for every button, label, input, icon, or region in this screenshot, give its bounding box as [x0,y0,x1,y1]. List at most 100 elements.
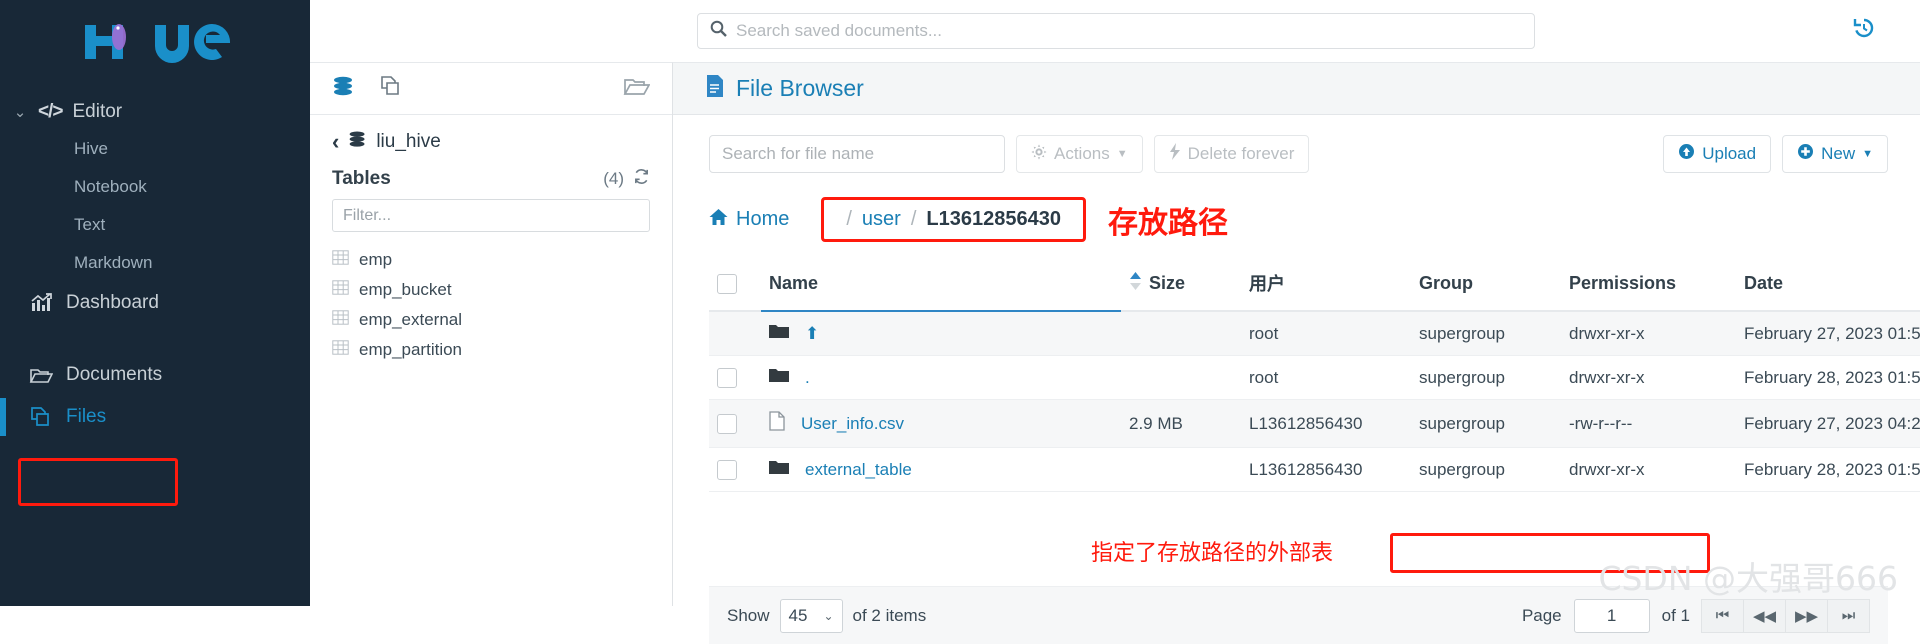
table-grid-icon [332,250,349,270]
row-size [1121,447,1241,492]
row-name-file[interactable]: User_info.csv [801,414,904,434]
items-count-label: of 2 items [852,605,927,625]
first-page-icon[interactable]: ⏮ [1701,598,1744,633]
assist-database-name[interactable]: liu_hive [376,131,440,153]
select-all-checkbox[interactable] [717,273,737,294]
table-row[interactable]: external_table L13612856430 supergroup d… [709,447,1920,492]
row-permissions: drwxr-xr-x [1561,447,1736,492]
table-grid-icon [332,340,349,360]
row-size [1121,355,1241,400]
page-number-input[interactable]: 1 [1573,598,1650,633]
row-name-current-dir[interactable]: . [805,368,810,388]
home-icon [709,208,728,232]
row-group: supergroup [1411,447,1561,492]
folder-open-icon[interactable] [623,75,651,103]
assist-table-item[interactable]: emp [332,245,650,275]
column-header-user[interactable]: 用户 [1241,264,1411,312]
row-name-cell[interactable]: external_table [761,447,1121,492]
annotation-external-table-note: 指定了存放路径的外部表 [1091,541,1334,566]
database-icon[interactable] [332,75,355,103]
page-size-select[interactable]: 45 ⌄ [779,598,843,633]
hue-logo-mark [85,23,231,63]
sidebar-item-files[interactable]: Files [0,396,310,438]
assist-table-item[interactable]: emp_external [332,305,650,335]
column-header-group[interactable]: Group [1411,264,1561,312]
table-row[interactable]: ⬆ root supergroup drwxr-xr-x February 27… [709,311,1920,356]
table-row[interactable]: User_info.csv 2.9 MB L13612856430 superg… [709,399,1920,448]
sidebar: ⌄ </> Editor Hive Notebook Text Markdown… [0,0,310,606]
sort-ascending-icon[interactable] [1129,271,1142,296]
sidebar-item-documents[interactable]: Documents [0,354,310,396]
hue-logo[interactable] [0,0,310,84]
caret-down-icon: ▼ [1116,148,1128,160]
assist-filter-input[interactable]: Filter... [332,199,650,232]
row-name-cell[interactable]: ⬆ [761,311,1121,356]
row-name-parent-dir[interactable]: ⬆ [805,324,819,344]
delete-forever-button[interactable]: Delete forever [1153,135,1310,173]
row-name-cell[interactable]: . [761,355,1121,400]
page-total-label: of 1 [1661,605,1690,625]
prev-page-icon[interactable]: ◀◀ [1743,598,1786,633]
assist-table-name: emp_bucket [359,280,452,299]
assist-tables-label: Tables [332,168,391,189]
column-header-date[interactable]: Date [1736,264,1920,312]
sidebar-item-notebook[interactable]: Notebook [0,168,310,206]
page-title: File Browser [736,75,864,101]
gear-icon [1031,144,1047,165]
row-date: February 27, 2023 01:51 AM [1736,311,1920,356]
new-button[interactable]: New ▼ [1782,135,1888,173]
row-name-external-table[interactable]: external_table [805,460,912,480]
breadcrumb-segment-user[interactable]: user [862,208,901,231]
active-accent-bar [0,398,6,436]
assist-table-item[interactable]: emp_bucket [332,275,650,305]
file-toolbar: Search for file name Actions ▼ Delete fo… [673,115,1920,173]
refresh-icon[interactable] [633,168,650,190]
row-checkbox[interactable] [717,459,737,480]
plus-circle-icon [1797,143,1814,165]
breadcrumb-home[interactable]: Home [709,208,789,232]
row-date: February 28, 2023 01:55 PM [1736,447,1920,492]
folder-icon [769,367,789,388]
column-header-permissions[interactable]: Permissions [1561,264,1736,312]
folder-open-icon [28,365,54,385]
file-table: Name Size 用户 Group Permissions Date ⬆ ro… [709,264,1920,492]
next-page-icon[interactable]: ▶▶ [1785,598,1828,633]
column-header-size[interactable]: Size [1121,264,1241,312]
page-label: Page [1521,605,1562,625]
row-date: February 28, 2023 01:55 PM [1736,355,1920,400]
table-row[interactable]: . root supergroup drwxr-xr-x February 28… [709,355,1920,400]
upload-button[interactable]: Upload [1663,135,1772,173]
last-page-icon[interactable]: ⏭ [1827,598,1870,633]
column-header-name[interactable]: Name [761,264,1121,312]
assist-panel: ‹ liu_hive Tables (4) Filter... emp emp_… [310,62,673,606]
chevron-left-icon[interactable]: ‹ [332,129,339,155]
copy-files-icon[interactable] [379,75,403,103]
show-label: Show [727,605,770,625]
sidebar-item-dashboard[interactable]: Dashboard [0,282,310,324]
pagination-group: Page 1 of 1 ⏮ ◀◀ ▶▶ ⏭ [1521,598,1870,633]
sidebar-item-markdown[interactable]: Markdown [0,244,310,282]
code-icon: </> [38,101,64,122]
row-group: supergroup [1411,399,1561,448]
row-checkbox-cell [709,311,761,356]
search-icon [710,20,727,42]
actions-button[interactable]: Actions ▼ [1016,135,1143,173]
assist-tabs [310,63,672,115]
sidebar-item-editor-label: Editor [72,101,123,122]
file-search-input[interactable]: Search for file name [709,135,1005,173]
sidebar-item-hive[interactable]: Hive [0,130,310,168]
breadcrumb-sep: / [910,208,917,230]
path-breadcrumb-box[interactable]: / user / L13612856430 [821,197,1086,242]
history-restore-icon[interactable] [1852,16,1876,45]
sidebar-item-text[interactable]: Text [0,206,310,244]
sidebar-item-editor[interactable]: ⌄ </> Editor [0,94,310,130]
assist-table-item[interactable]: emp_partition [332,335,650,365]
row-checkbox[interactable] [717,367,737,388]
row-checkbox[interactable] [717,413,737,434]
global-search-placeholder: Search saved documents... [736,21,943,40]
row-name-cell[interactable]: User_info.csv [761,399,1121,448]
row-user: root [1241,311,1411,356]
bolt-icon [1169,143,1181,165]
assist-table-name: emp_partition [359,340,463,359]
global-search-input[interactable]: Search saved documents... [697,13,1535,49]
